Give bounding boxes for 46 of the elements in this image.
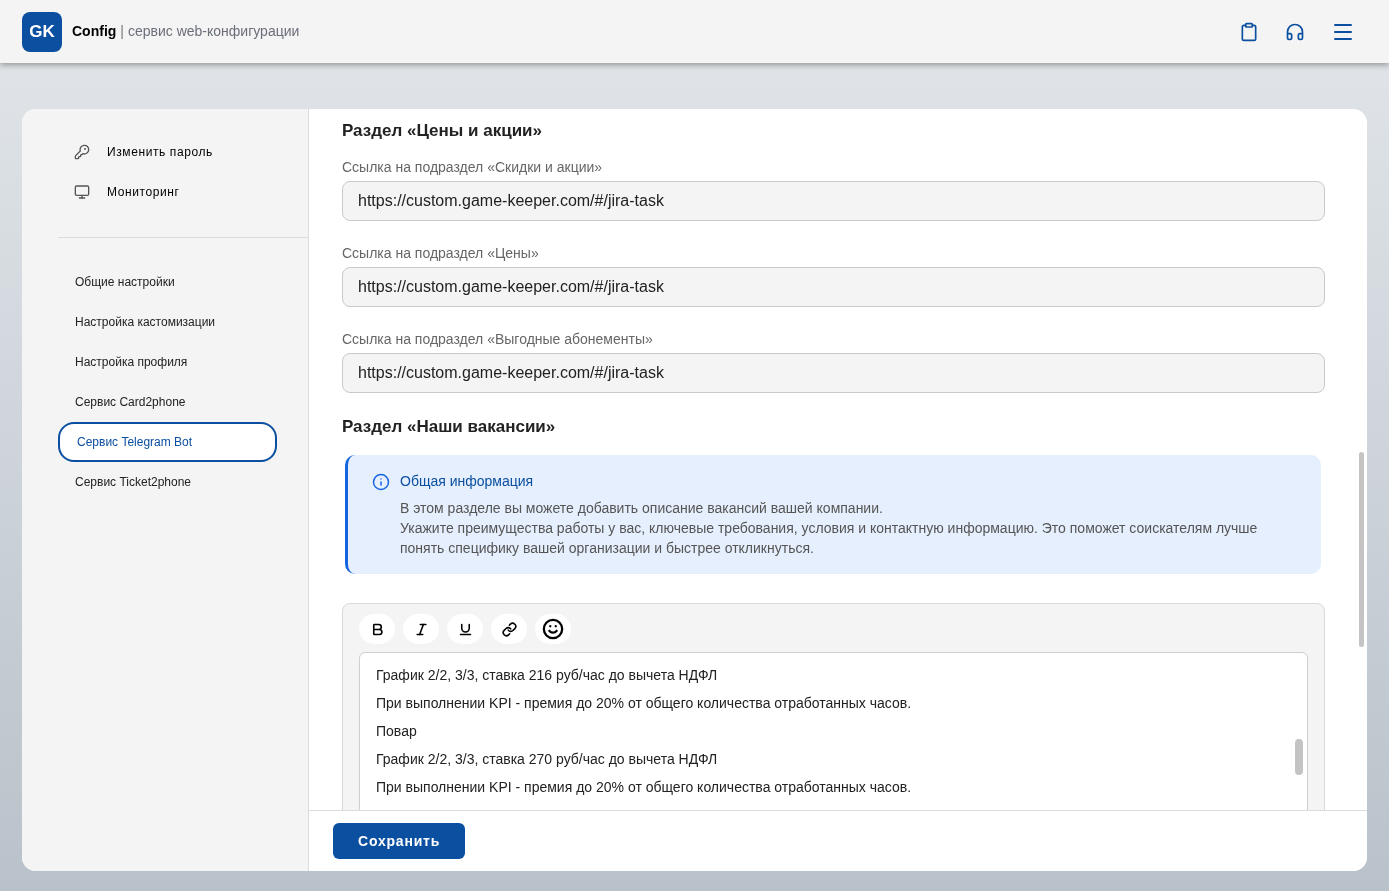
- sidebar-item[interactable]: Сервис Ticket2phone: [58, 462, 277, 502]
- scrollbar-thumb[interactable]: [1359, 452, 1364, 647]
- scrollbar-thumb[interactable]: [1295, 739, 1303, 775]
- sidebar-action[interactable]: Мониторинг: [74, 183, 308, 201]
- sidebar-item[interactable]: Общие настройки: [58, 262, 277, 302]
- logo: GK: [22, 11, 62, 52]
- key-icon: [74, 144, 90, 160]
- sidebar-item[interactable]: Сервис Card2phone: [58, 382, 277, 422]
- field-label: Ссылка на подраздел «Выгодные абонементы»: [342, 331, 654, 347]
- link-icon: [501, 621, 517, 637]
- link-button[interactable]: [491, 614, 527, 644]
- field-label: Ссылка на подраздел «Цены»: [342, 245, 540, 261]
- bold-button[interactable]: [359, 614, 395, 644]
- emoji-button[interactable]: [535, 614, 571, 644]
- info-text: Укажите преимущества работы у вас, ключевые требования, условия и контактную информацию. Это поможет соискателям лучше понять специфику вашей организации и быстрее откликнуться.: [400, 519, 1259, 558]
- info-icon: [372, 472, 390, 491]
- editor-line: При выполнении KPI - премия до 20% от общего количества отработанных часов.: [376, 778, 912, 797]
- title-separator: |: [120, 22, 124, 41]
- headset-icon[interactable]: [1285, 21, 1305, 42]
- section-heading: Раздел «Наши вакансии»: [342, 417, 557, 437]
- sidebar-item[interactable]: Настройка профиля: [58, 342, 277, 382]
- editor-line: При выполнении KPI - премия до 20% от общего количества отработанных часов.: [376, 694, 912, 713]
- text-area[interactable]: [359, 652, 1308, 810]
- section-heading: Раздел «Цены и акции»: [342, 121, 543, 141]
- sidebar-item[interactable]: Настройка кастомизации: [58, 302, 277, 342]
- clipboard-icon[interactable]: [1239, 21, 1259, 42]
- underline-button[interactable]: [447, 614, 483, 644]
- sidebar-item[interactable]: Сервис Telegram Bot: [58, 422, 277, 462]
- app-subtitle: сервис web-конфигурации: [127, 22, 300, 41]
- info-text: В этом разделе вы можете добавить описание вакансий вашей компании.: [400, 499, 884, 518]
- field-label: Ссылка на подраздел «Скидки и акции»: [342, 159, 604, 175]
- url-input[interactable]: https://custom.game-keeper.com/#/jira-task: [342, 267, 1325, 307]
- app-name: Config: [72, 22, 117, 41]
- editor-line: График 2/2, 3/3, ставка 270 руб/час до вычета НДФЛ: [376, 750, 718, 769]
- monitor-icon: [74, 184, 90, 200]
- info-title: Общая информация: [400, 472, 534, 491]
- save-button[interactable]: Сохранить: [333, 823, 466, 859]
- italic-icon: [413, 621, 429, 637]
- sidebar-action[interactable]: Изменить пароль: [74, 143, 308, 161]
- editor-line: Повар: [376, 722, 417, 741]
- underline-icon: [457, 621, 473, 637]
- url-input[interactable]: https://custom.game-keeper.com/#/jira-task: [342, 353, 1325, 393]
- editor-line: График 2/2, 3/3, ставка 216 руб/час до вычета НДФЛ: [376, 666, 718, 685]
- italic-button[interactable]: [403, 614, 439, 644]
- url-input[interactable]: https://custom.game-keeper.com/#/jira-task: [342, 181, 1325, 221]
- smiley-icon: [542, 618, 564, 640]
